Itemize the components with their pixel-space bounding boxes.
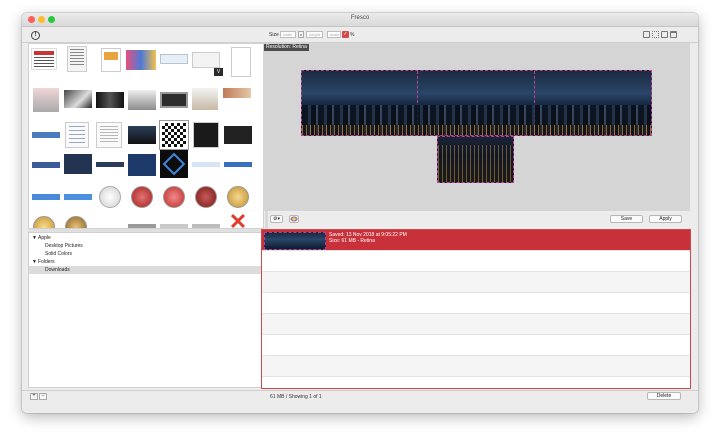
scale-checkbox[interactable]: ✓ — [342, 31, 349, 38]
calendar-icon[interactable] — [670, 31, 677, 38]
split-view-icon[interactable] — [661, 31, 668, 38]
sidebar-item-apple[interactable]: ▼ Apple — [29, 234, 263, 242]
thumbnail-nav-bar[interactable] — [32, 162, 60, 168]
thumbnail-room[interactable] — [192, 88, 218, 110]
thumbnail-dark-photo[interactable] — [96, 92, 124, 108]
saved-thumbnail — [264, 232, 326, 250]
preview-area: Resolution: Retina — [263, 43, 690, 211]
list-item — [262, 272, 690, 293]
thumbnail-light-bar[interactable] — [192, 162, 220, 167]
list-item — [262, 251, 690, 272]
preview-image-top[interactable] — [301, 70, 652, 136]
bottom-bar: + − 61 MB / Showing 1 of 1 Delete — [22, 390, 698, 413]
info-icon[interactable]: ! — [31, 31, 40, 40]
thumbnail-logo-dark[interactable] — [160, 150, 188, 178]
thumbnail-night-city[interactable] — [128, 126, 156, 144]
city-lights — [438, 145, 513, 182]
disclosure-triangle-icon[interactable]: ▼ — [32, 234, 37, 242]
thumbnail-sheet[interactable] — [192, 52, 220, 68]
thumbnail-doc-page[interactable] — [31, 48, 57, 70]
width-field[interactable]: width — [280, 31, 296, 38]
app-window: Fresco Size width x height scale ✓ % ! V — [22, 13, 698, 413]
resolution-label: Resolution: Retina — [264, 44, 309, 51]
thumbnail-red-circle[interactable] — [163, 186, 185, 208]
thumbnail-button-blue[interactable] — [32, 194, 60, 200]
gear-icon[interactable]: ⚙▾ — [270, 215, 283, 223]
source-list: ▼ Apple Desktop Pictures Solid Colors ▼ … — [28, 232, 264, 388]
sidebar-item-downloads[interactable]: Downloads — [29, 266, 263, 274]
title-bar: Fresco — [22, 13, 698, 27]
grid-view-icon[interactable] — [652, 31, 659, 38]
apply-button[interactable]: Apply — [649, 215, 682, 223]
thumbnail-gold-circle[interactable] — [227, 186, 249, 208]
percent-label: % — [350, 32, 355, 38]
thumbnail-document-tall[interactable] — [231, 47, 251, 77]
single-view-icon[interactable] — [643, 31, 650, 38]
thumbnail-blue-bar[interactable] — [32, 132, 60, 138]
thumbnail-poster[interactable] — [101, 48, 121, 72]
thumbnail-badge[interactable]: V — [214, 68, 223, 76]
wallpaper-thumbnail-grid: V ✕ — [28, 43, 264, 229]
saved-size: Size: 61 MB - Retina — [329, 238, 375, 244]
size-label: Size — [269, 32, 279, 38]
list-item — [262, 293, 690, 314]
sidebar-item-label: Folders — [38, 259, 55, 265]
thumbnail-red-x-circle[interactable] — [131, 186, 153, 208]
thumbnail-person[interactable] — [33, 88, 59, 112]
sidebar-item-label: Downloads — [45, 267, 70, 273]
sidebar-item-label: Solid Colors — [45, 251, 72, 257]
disclosure-triangle-icon[interactable]: ▼ — [32, 258, 37, 266]
thumbnail-screen[interactable] — [160, 92, 188, 108]
status-text: 61 MB / Showing 1 of 1 — [270, 394, 322, 400]
thumbnail-laptop[interactable] — [128, 90, 156, 110]
sidebar-item-label: Desktop Pictures — [45, 243, 83, 249]
thumbnail-red-x-icon[interactable]: ✕ — [227, 211, 249, 229]
toolbar: Size width x height scale ✓ % — [22, 27, 698, 43]
thumbnail-blackboard[interactable] — [193, 122, 219, 148]
thumbnail-gold-button[interactable] — [33, 216, 55, 228]
thumbnail-receipt[interactable] — [67, 46, 87, 72]
sidebar-item-folders[interactable]: ▼ Folders — [29, 258, 263, 266]
sidebar-item-label: Apple — [38, 235, 51, 241]
delete-button[interactable]: Delete — [647, 392, 681, 400]
save-button[interactable]: Save — [610, 215, 643, 223]
thumbnail-form[interactable] — [65, 122, 89, 148]
thumbnail-blue-panel[interactable] — [128, 154, 156, 176]
thumbnail-strip[interactable] — [223, 88, 251, 98]
sidebar-item-solid-colors[interactable]: Solid Colors — [29, 250, 263, 258]
list-item — [262, 335, 690, 356]
thumbnail-colorful-ui[interactable] — [126, 50, 156, 70]
scale-field[interactable]: scale — [327, 31, 341, 38]
thumbnail-white-circle[interactable] — [99, 186, 121, 208]
thumbnail-report[interactable] — [96, 122, 122, 148]
height-field[interactable]: height — [306, 31, 323, 38]
thumbnail-hands[interactable] — [64, 90, 92, 108]
saved-wallpapers-list: Saved: 13 Nov 2018 at 9:05:22 PM Size: 6… — [261, 229, 691, 389]
thumbnail-navy-panel[interactable] — [64, 154, 92, 174]
preview-controls: ⚙▾ Save Apply — [263, 212, 690, 228]
thumbnail-qr-code[interactable] — [159, 120, 189, 150]
city-lights — [302, 125, 651, 135]
window-title: Fresco — [350, 15, 370, 21]
color-picker-icon[interactable] — [289, 215, 299, 223]
sidebar-item-desktop-pictures[interactable]: Desktop Pictures — [29, 242, 263, 250]
thumbnail-banner[interactable] — [160, 54, 188, 64]
thumbnail-blue-strip[interactable] — [224, 162, 252, 167]
aspect-lock-button[interactable]: x — [298, 31, 304, 38]
list-item — [262, 356, 690, 377]
thumbnail-bronze-button[interactable] — [65, 216, 87, 228]
thumbnail-thin-bar[interactable] — [96, 162, 124, 167]
add-button[interactable]: + — [30, 393, 38, 400]
thumbnail-dark-red-circle[interactable] — [195, 186, 217, 208]
thumbnail-dark-ui[interactable] — [224, 126, 252, 144]
list-item[interactable]: Saved: 13 Nov 2018 at 9:05:22 PM Size: 6… — [262, 230, 690, 251]
preview-image-bottom[interactable] — [437, 136, 514, 183]
list-item — [262, 314, 690, 335]
remove-button[interactable]: − — [39, 393, 47, 400]
thumbnail-button-blue-2[interactable] — [64, 194, 92, 200]
